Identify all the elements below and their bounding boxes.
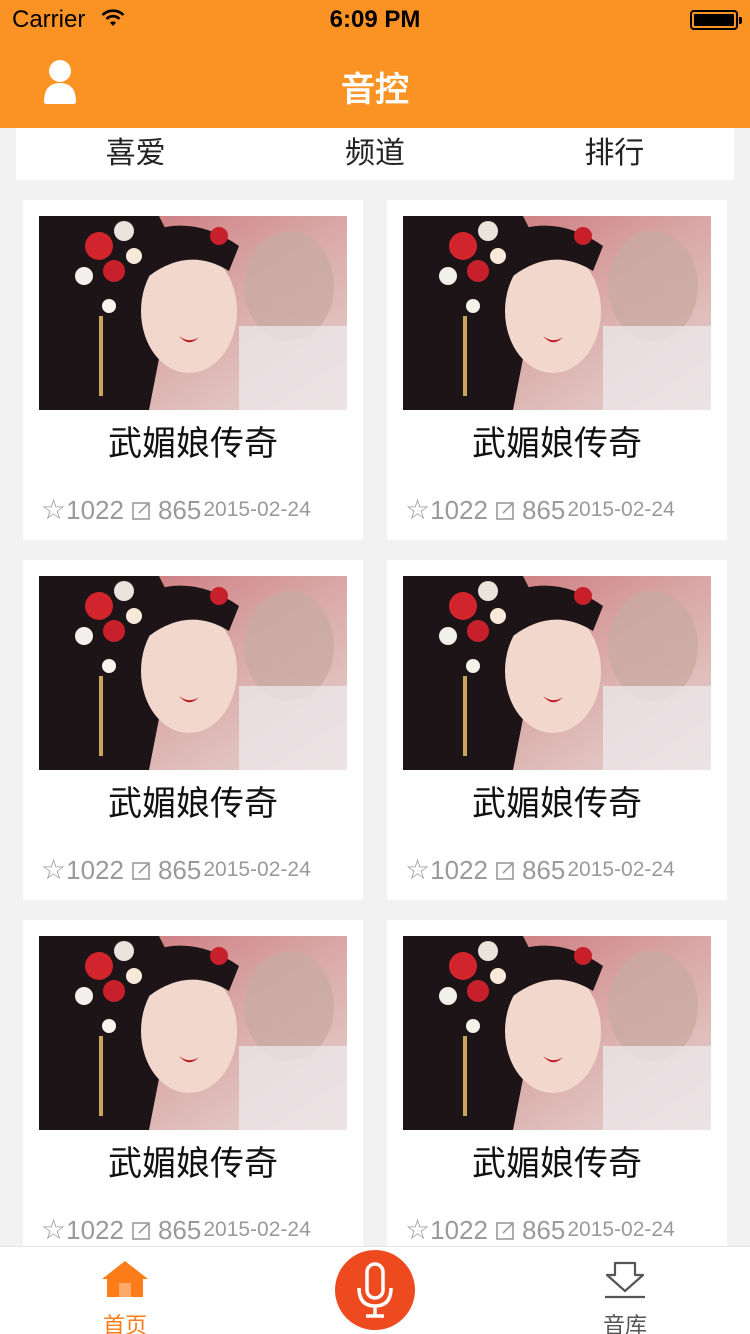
thumbnail-image — [403, 936, 711, 1130]
card-date: 2015-02-24 — [567, 1218, 675, 1241]
star-icon: ☆ — [41, 1214, 67, 1245]
microphone-icon — [357, 1262, 393, 1318]
edit-icon — [496, 1222, 514, 1240]
star-icon: ☆ — [41, 854, 67, 885]
tab-library[interactable]: 音库 — [585, 1259, 665, 1334]
card-meta: ☆ 1022 865 2015-02-24 — [41, 492, 361, 528]
page-title: 音控 — [341, 71, 409, 109]
comment-count: 865 — [521, 854, 566, 885]
video-card[interactable]: 武媚娘传奇 ☆ 1022 865 2015-02-24 — [23, 560, 363, 900]
favorite-count: 1022 — [430, 854, 488, 885]
thumbnail-image — [403, 576, 711, 770]
star-icon: ☆ — [41, 494, 67, 525]
card-meta: ☆ 1022 865 2015-02-24 — [41, 1212, 361, 1248]
comment-count: 865 — [157, 1214, 202, 1245]
star-icon: ☆ — [405, 854, 431, 885]
card-date: 2015-02-24 — [203, 858, 311, 881]
status-time: 6:09 PM — [329, 6, 421, 33]
video-card[interactable]: 武媚娘传奇 ☆ 1022 865 2015-02-24 — [23, 200, 363, 540]
card-title: 武媚娘传奇 — [108, 425, 278, 463]
card-meta: ☆ 1022 865 2015-02-24 — [405, 852, 725, 888]
edit-icon — [496, 502, 514, 520]
card-title: 武媚娘传奇 — [472, 1145, 642, 1183]
tab-rankings[interactable]: 排行 — [495, 128, 734, 180]
thumbnail-image — [39, 576, 347, 770]
thumbnail-image — [39, 216, 347, 410]
card-meta: ☆ 1022 865 2015-02-24 — [41, 852, 361, 888]
download-icon — [605, 1261, 645, 1299]
tab-home[interactable]: 首页 — [85, 1259, 165, 1334]
card-title: 武媚娘传奇 — [472, 785, 642, 823]
card-title: 武媚娘传奇 — [472, 425, 642, 463]
favorite-count: 1022 — [66, 494, 124, 525]
card-date: 2015-02-24 — [567, 858, 675, 881]
video-card[interactable]: 武媚娘传奇 ☆ 1022 865 2015-02-24 — [387, 920, 727, 1260]
comment-count: 865 — [157, 854, 202, 885]
video-card[interactable]: 武媚娘传奇 ☆ 1022 865 2015-02-24 — [387, 560, 727, 900]
favorite-count: 1022 — [66, 1214, 124, 1245]
battery-icon — [690, 10, 742, 30]
card-date: 2015-02-24 — [203, 1218, 311, 1241]
edit-icon — [132, 502, 150, 520]
card-date: 2015-02-24 — [203, 498, 311, 521]
card-title: 武媚娘传奇 — [108, 785, 278, 823]
thumbnail-image — [39, 936, 347, 1130]
status-bar: Carrier 6:09 PM — [0, 0, 750, 40]
tab-channels[interactable]: 频道 — [255, 128, 494, 180]
comment-count: 865 — [521, 1214, 566, 1245]
favorite-count: 1022 — [66, 854, 124, 885]
card-title: 武媚娘传奇 — [108, 1145, 278, 1183]
video-card[interactable]: 武媚娘传奇 ☆ 1022 865 2015-02-24 — [387, 200, 727, 540]
video-card[interactable]: 武媚娘传奇 ☆ 1022 865 2015-02-24 — [23, 920, 363, 1260]
favorite-count: 1022 — [430, 494, 488, 525]
card-meta: ☆ 1022 865 2015-02-24 — [405, 1212, 725, 1248]
tab-library-label: 音库 — [602, 1313, 647, 1334]
edit-icon — [132, 862, 150, 880]
thumbnail-image — [403, 216, 711, 410]
voice-button[interactable] — [335, 1250, 415, 1330]
card-date: 2015-02-24 — [567, 498, 675, 521]
tab-home-label: 首页 — [102, 1313, 147, 1334]
tab-favorites[interactable]: 喜爱 — [16, 128, 255, 180]
edit-icon — [132, 1222, 150, 1240]
card-meta: ☆ 1022 865 2015-02-24 — [405, 492, 725, 528]
edit-icon — [496, 862, 514, 880]
comment-count: 865 — [157, 494, 202, 525]
top-bar: Carrier 6:09 PM 音控 — [0, 0, 750, 128]
home-icon — [102, 1261, 148, 1297]
star-icon: ☆ — [405, 494, 431, 525]
star-icon: ☆ — [405, 1214, 431, 1245]
comment-count: 865 — [521, 494, 566, 525]
favorite-count: 1022 — [430, 1214, 488, 1245]
category-tabs: 喜爱 频道 排行 — [16, 128, 734, 180]
